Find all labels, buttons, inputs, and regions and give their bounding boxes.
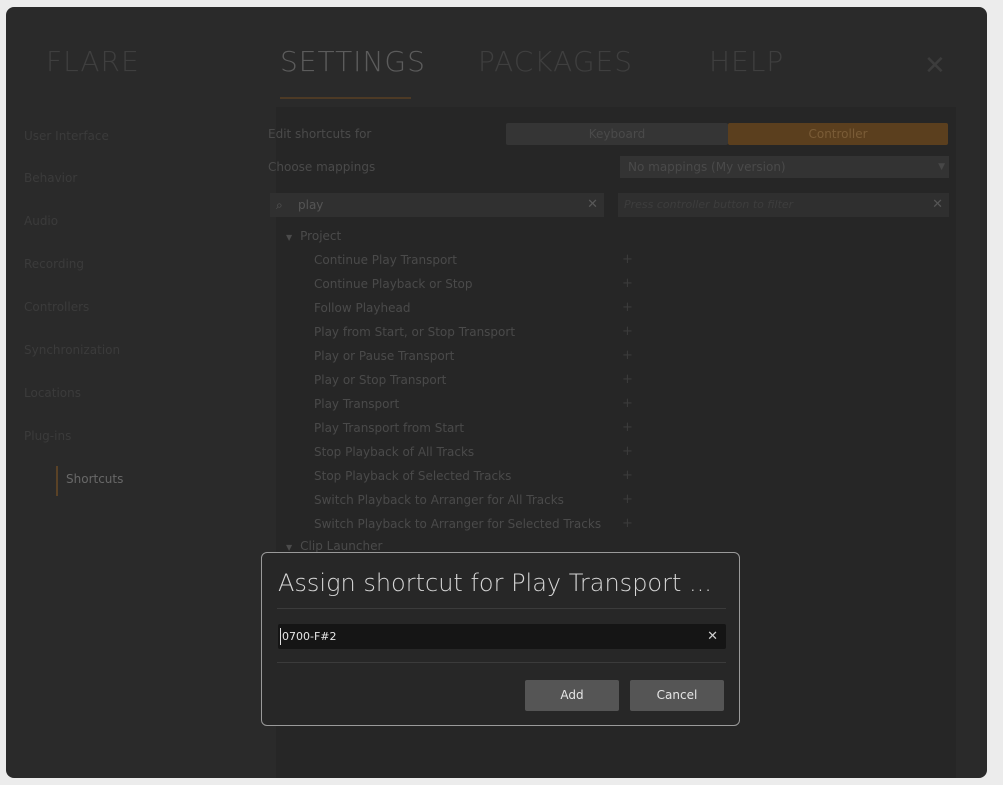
sidebar-item-controllers[interactable]: Controllers [24, 300, 89, 314]
tab-settings[interactable]: SETTINGS [280, 45, 426, 78]
controller-filter-input[interactable]: Press controller button to filter ✕ [618, 193, 949, 217]
active-sidebar-marker [56, 466, 58, 496]
search-input[interactable]: ⌕ play ✕ [270, 193, 604, 217]
dialog-divider [277, 608, 726, 609]
list-item[interactable]: Continue Play Transport [314, 253, 457, 267]
add-shortcut-icon[interactable]: + [622, 324, 633, 339]
text-caret [280, 628, 281, 645]
mappings-select-value: No mappings (My version) [628, 160, 786, 174]
add-shortcut-icon[interactable]: + [622, 516, 633, 531]
group-label: Project [300, 229, 342, 243]
controller-mode-button[interactable]: Controller [728, 123, 948, 145]
add-shortcut-icon[interactable]: + [622, 348, 633, 363]
tab-flare[interactable]: FLARE [46, 45, 140, 78]
add-shortcut-icon[interactable]: + [622, 492, 633, 507]
top-navigation: FLARE SETTINGS PACKAGES HELP ✕ [6, 7, 987, 99]
sidebar-item-user-interface[interactable]: User Interface [24, 129, 109, 143]
search-value: play [298, 198, 324, 212]
list-item[interactable]: Play or Stop Transport [314, 373, 446, 387]
list-item[interactable]: Switch Playback to Arranger for Selected… [314, 517, 601, 531]
sidebar-item-behavior[interactable]: Behavior [24, 171, 77, 185]
sidebar-item-recording[interactable]: Recording [24, 257, 84, 271]
group-clip-launcher[interactable]: ▼ Clip Launcher [286, 539, 382, 553]
active-tab-underline [280, 97, 411, 99]
add-shortcut-icon[interactable]: + [622, 252, 633, 267]
keyboard-mode-button[interactable]: Keyboard [506, 123, 728, 145]
clear-search-icon[interactable]: ✕ [587, 193, 598, 217]
list-item[interactable]: Play Transport from Start [314, 421, 464, 435]
add-shortcut-icon[interactable]: + [622, 420, 633, 435]
triangle-down-icon: ▼ [286, 543, 293, 552]
group-label: Clip Launcher [300, 539, 383, 553]
list-item[interactable]: Switch Playback to Arranger for All Trac… [314, 493, 564, 507]
shortcut-input-value: 0700-F#2 [282, 630, 337, 643]
sidebar-item-synchronization[interactable]: Synchronization [24, 343, 120, 357]
assign-shortcut-dialog: Assign shortcut for Play Transport ... 0… [261, 552, 740, 726]
clear-input-icon[interactable]: ✕ [707, 624, 718, 649]
list-item[interactable]: Stop Playback of Selected Tracks [314, 469, 511, 483]
clear-filter-icon[interactable]: ✕ [932, 193, 943, 217]
sidebar-item-audio[interactable]: Audio [24, 214, 58, 228]
settings-window: FLARE SETTINGS PACKAGES HELP ✕ User Inte… [6, 7, 987, 778]
sidebar-item-shortcuts[interactable]: Shortcuts [66, 472, 123, 486]
add-shortcut-icon[interactable]: + [622, 276, 633, 291]
cancel-button[interactable]: Cancel [630, 680, 724, 711]
add-button[interactable]: Add [525, 680, 619, 711]
dialog-divider [277, 662, 726, 663]
list-item[interactable]: Follow Playhead [314, 301, 410, 315]
mappings-select[interactable]: No mappings (My version) ▼ [620, 156, 949, 178]
choose-mappings-label: Choose mappings [268, 160, 376, 174]
list-item[interactable]: Play Transport [314, 397, 399, 411]
shortcut-input[interactable]: 0700-F#2 ✕ [278, 624, 726, 649]
edit-shortcuts-label: Edit shortcuts for [268, 127, 372, 141]
search-icon: ⌕ [276, 198, 283, 212]
add-shortcut-icon[interactable]: + [622, 396, 633, 411]
dialog-title: Assign shortcut for Play Transport ... [278, 569, 712, 597]
add-shortcut-icon[interactable]: + [622, 372, 633, 387]
close-icon[interactable]: ✕ [924, 51, 946, 81]
triangle-down-icon: ▼ [286, 233, 293, 242]
list-item[interactable]: Continue Playback or Stop [314, 277, 473, 291]
add-shortcut-icon[interactable]: + [622, 444, 633, 459]
tab-help[interactable]: HELP [709, 45, 784, 78]
sidebar-item-locations[interactable]: Locations [24, 386, 81, 400]
add-shortcut-icon[interactable]: + [622, 468, 633, 483]
list-item[interactable]: Stop Playback of All Tracks [314, 445, 474, 459]
chevron-down-icon: ▼ [938, 162, 945, 172]
filter-placeholder: Press controller button to filter [624, 198, 794, 211]
list-item[interactable]: Play or Pause Transport [314, 349, 454, 363]
tab-packages[interactable]: PACKAGES [478, 45, 633, 78]
sidebar-item-plugins[interactable]: Plug-ins [24, 429, 71, 443]
group-project[interactable]: ▼ Project [286, 229, 341, 243]
add-shortcut-icon[interactable]: + [622, 300, 633, 315]
list-item[interactable]: Play from Start, or Stop Transport [314, 325, 515, 339]
